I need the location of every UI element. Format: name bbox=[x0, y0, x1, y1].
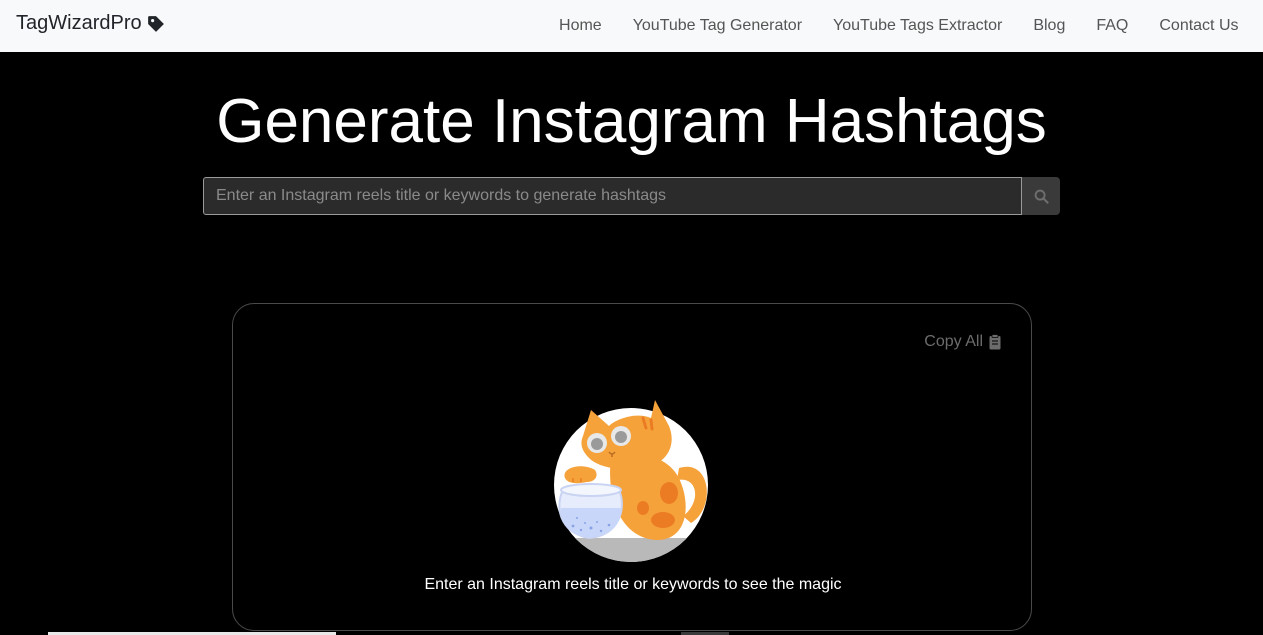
brand-logo-link[interactable]: TagWizardPro bbox=[16, 12, 165, 35]
tag-icon bbox=[147, 15, 164, 32]
page-title: Generate Instagram Hashtags bbox=[216, 87, 1047, 156]
nav-links: Home YouTube Tag Generator YouTube Tags … bbox=[544, 0, 1254, 52]
nav-link-faq[interactable]: FAQ bbox=[1081, 17, 1144, 35]
copy-all-label: Copy All bbox=[924, 333, 983, 350]
search-icon bbox=[1034, 189, 1049, 204]
nav-link-contact-us[interactable]: Contact Us bbox=[1144, 17, 1254, 35]
empty-state-message: Enter an Instagram reels title or keywor… bbox=[424, 576, 842, 593]
hashtag-results-card: Copy All Enter an Instagram reels title … bbox=[232, 303, 1032, 631]
hashtag-keywords-input[interactable] bbox=[203, 177, 1022, 215]
search-button[interactable] bbox=[1022, 177, 1060, 215]
nav-link-youtube-tag-generator[interactable]: YouTube Tag Generator bbox=[617, 17, 817, 35]
nav-link-home[interactable]: Home bbox=[544, 17, 618, 35]
clipboard-icon bbox=[989, 334, 1001, 350]
cat-fishbowl-illustration bbox=[554, 400, 708, 562]
top-navbar: TagWizardPro Home YouTube Tag Generator … bbox=[0, 0, 1263, 52]
search-bar bbox=[203, 177, 1060, 215]
nav-link-blog[interactable]: Blog bbox=[1018, 17, 1081, 35]
nav-link-youtube-tags-extractor[interactable]: YouTube Tags Extractor bbox=[818, 17, 1018, 35]
brand-name: TagWizardPro bbox=[16, 12, 142, 34]
copy-all-button[interactable]: Copy All bbox=[924, 333, 1001, 351]
